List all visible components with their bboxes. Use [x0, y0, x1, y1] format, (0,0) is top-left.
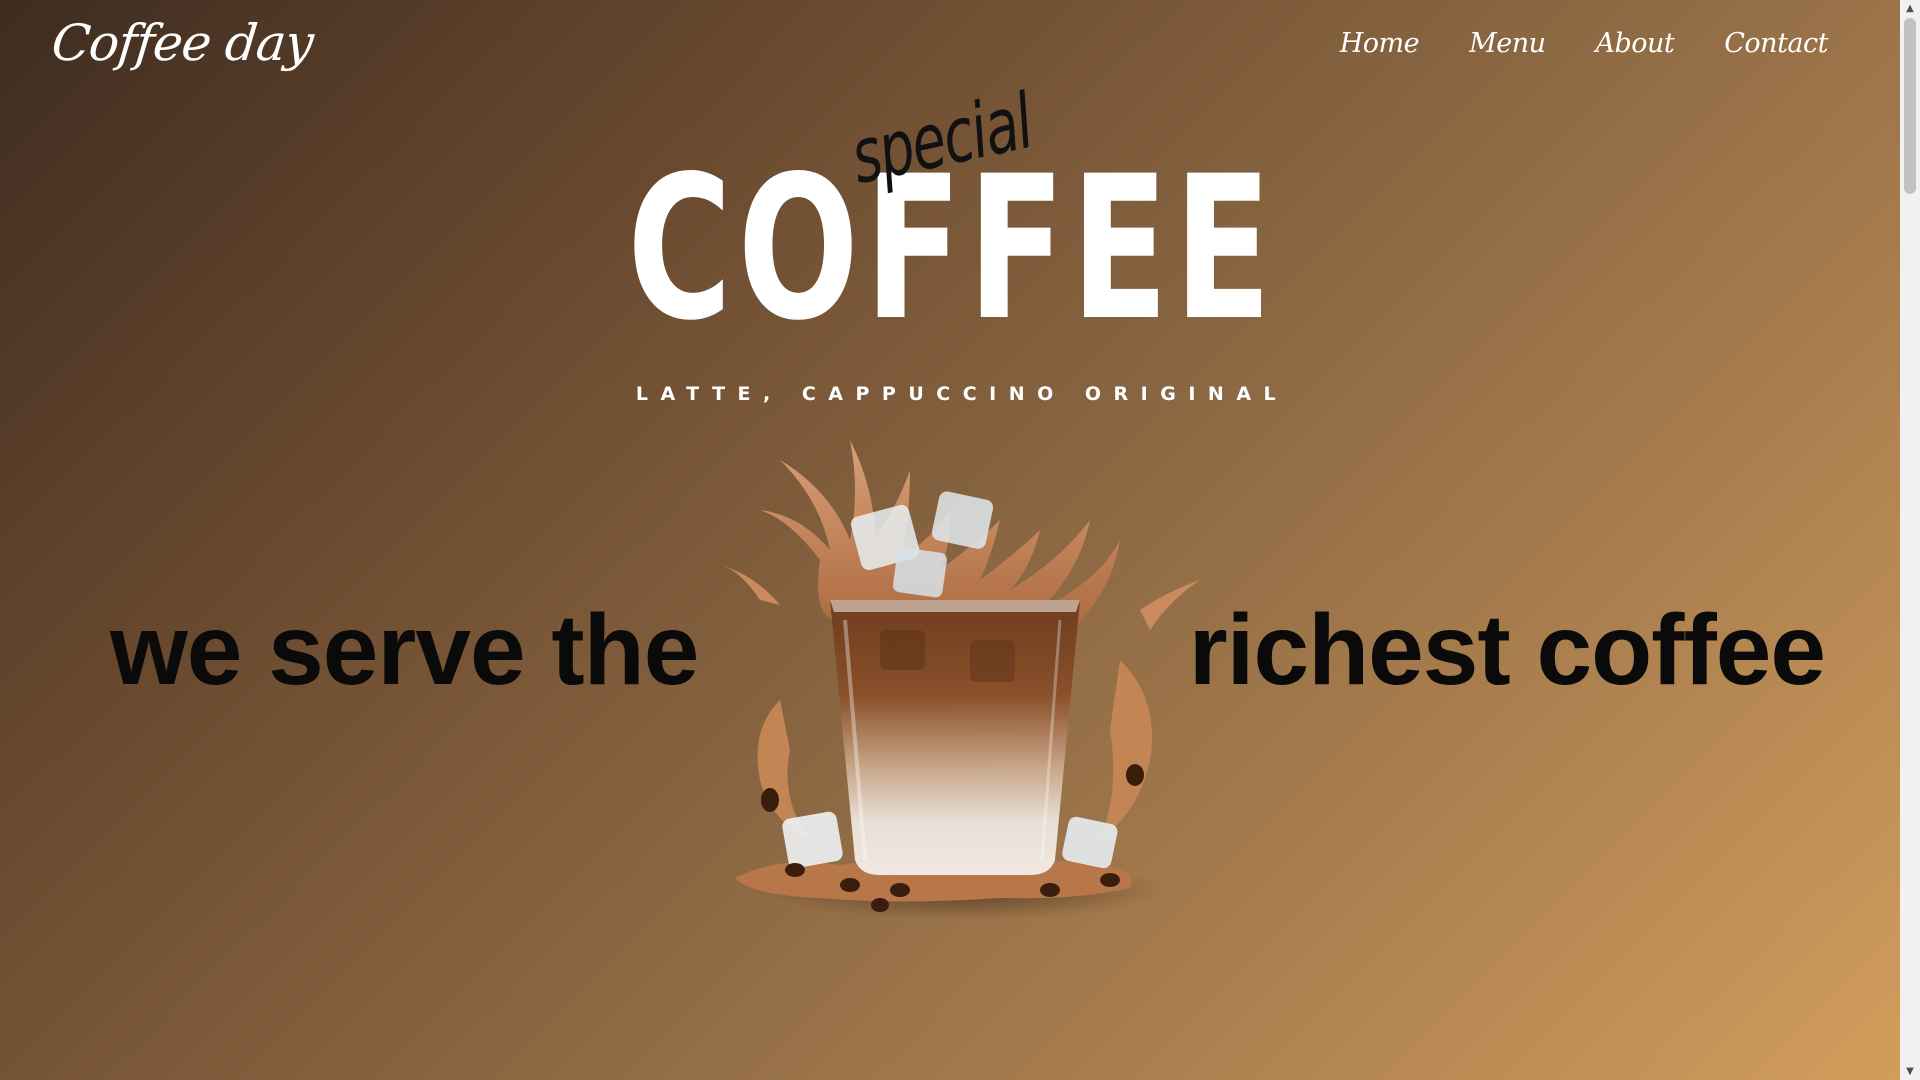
page-scrollbar[interactable]: ▲ ▼ [1900, 0, 1920, 1080]
tagline-left: we serve the [110, 594, 699, 706]
scroll-up-arrow-icon[interactable]: ▲ [1900, 0, 1920, 17]
nav-link-about[interactable]: About [1595, 28, 1674, 59]
site-logo[interactable]: Coffee day [49, 14, 316, 72]
nav-link-home[interactable]: Home [1340, 28, 1420, 59]
nav-link-menu[interactable]: Menu [1469, 28, 1546, 59]
iced-coffee-splash-icon [720, 440, 1200, 920]
main-nav: Home Menu About Contact [1340, 28, 1829, 59]
landing-page: Coffee day Home Menu About Contact COFFE… [0, 0, 1900, 1080]
nav-link-contact[interactable]: Contact [1724, 28, 1828, 59]
scroll-down-arrow-icon[interactable]: ▼ [1900, 1063, 1920, 1080]
tagline-right: richest coffee [1188, 594, 1826, 706]
scrollbar-thumb[interactable] [1904, 18, 1916, 194]
